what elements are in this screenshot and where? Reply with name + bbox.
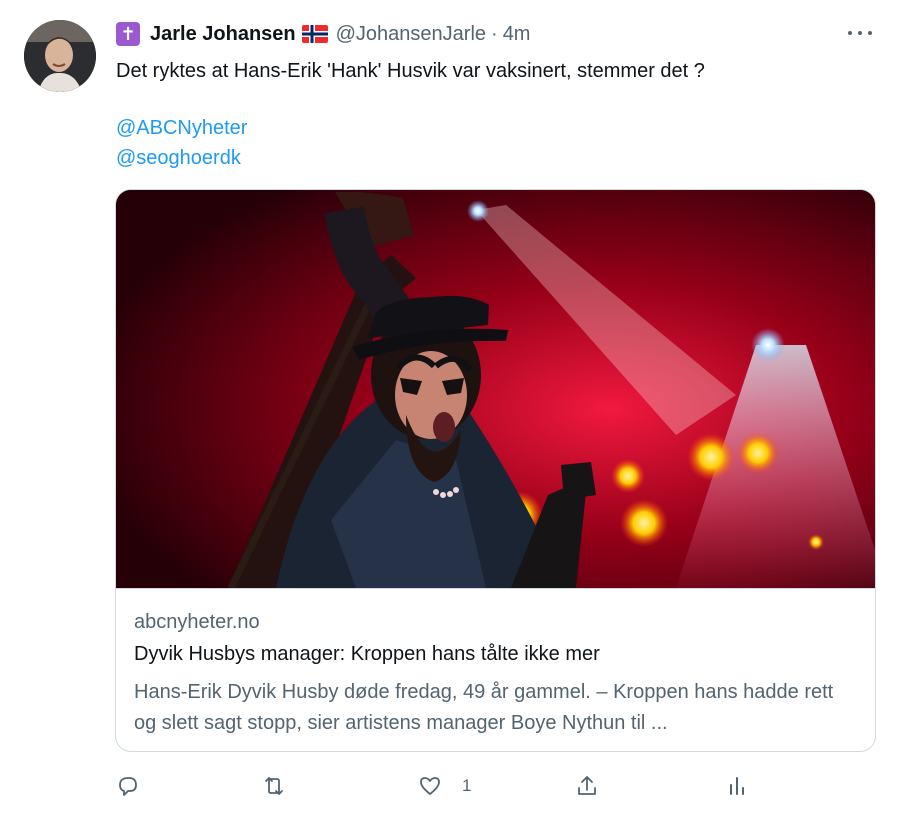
more-dot (868, 31, 872, 35)
tweet-actions: 1 (116, 770, 746, 802)
heart-icon (420, 777, 440, 795)
analytics-button[interactable] (725, 770, 749, 802)
concert-performer-image (116, 190, 875, 589)
reply-icon (119, 777, 137, 796)
more-options-icon[interactable] (848, 23, 872, 43)
tweet-text: Det ryktes at Hans-Erik 'Hank' Husvik va… (116, 60, 705, 82)
more-dot (858, 31, 862, 35)
more-dot (848, 31, 852, 35)
share-icon (578, 776, 596, 795)
norway-flag-icon (301, 25, 328, 43)
link-card[interactable]: abcnyheter.no Dyvik Husbys manager: Krop… (115, 189, 876, 752)
card-title[interactable]: Dyvik Husbys manager: Kroppen hans tålte… (134, 643, 600, 666)
mention-abcnyheter[interactable]: @ABCNyheter (116, 115, 247, 141)
like-button[interactable]: 1 (418, 770, 471, 802)
retweet-button[interactable] (262, 770, 286, 802)
reply-button[interactable] (116, 770, 140, 802)
profile-avatar (24, 20, 96, 92)
time-separator: · (491, 22, 498, 45)
card-description: Hans-Erik Dyvik Husby døde fredag, 49 år… (134, 681, 834, 734)
latin-cross-icon: ✝ (116, 22, 140, 46)
tweet-header: ✝ Jarle Johansen @JohansenJarle · 4m (116, 20, 530, 48)
like-count: 1 (462, 776, 472, 795)
retweet-icon (265, 777, 283, 795)
analytics-icon (730, 777, 744, 795)
share-button[interactable] (575, 770, 599, 802)
author-name[interactable]: Jarle Johansen (150, 23, 296, 46)
avatar[interactable] (24, 20, 96, 92)
author-handle[interactable]: @JohansenJarle (336, 23, 486, 46)
mention-seoghoerdk[interactable]: @seoghoerdk (116, 145, 241, 171)
card-domain: abcnyheter.no (134, 611, 260, 633)
timestamp[interactable]: 4m (503, 23, 531, 46)
